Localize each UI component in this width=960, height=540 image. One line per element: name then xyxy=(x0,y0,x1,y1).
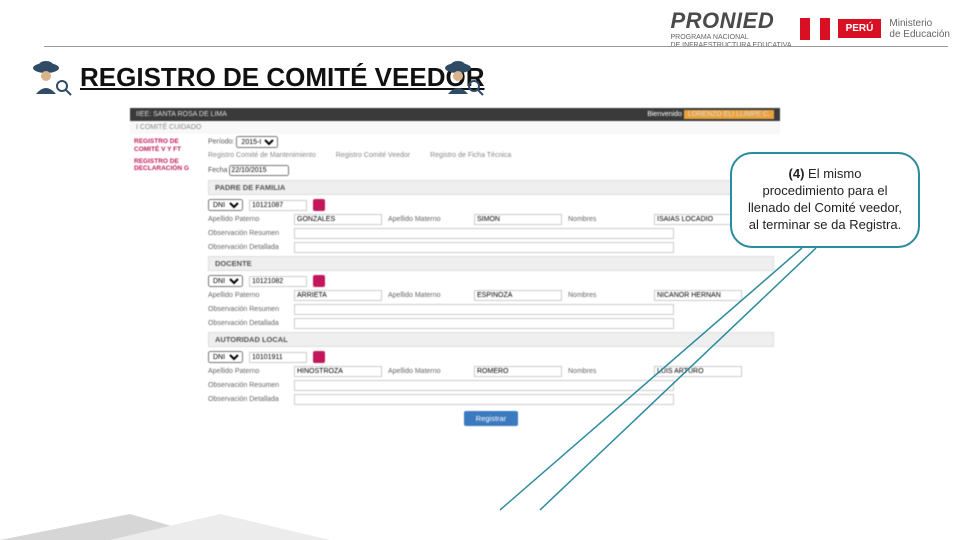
nombres-input[interactable] xyxy=(654,290,742,301)
slide-title: REGISTRO DE COMITÉ VEEDOR xyxy=(80,62,485,93)
section-header-docente: DOCENTE xyxy=(208,256,774,271)
ap-paterno-label: Apellido Paterno xyxy=(208,216,288,223)
dni-input[interactable] xyxy=(249,352,307,363)
ss-tabs: Registro Comité de Mantenimiento Registr… xyxy=(208,152,774,159)
obs-resumen-label: Observación Resumen xyxy=(208,306,288,313)
search-icon[interactable] xyxy=(313,351,325,363)
ap-paterno-label: Apellido Paterno xyxy=(208,368,288,375)
sidebar-item-declaracion[interactable]: REGISTRO DE DECLARACIÓN G xyxy=(134,158,198,174)
obs-detallada-input[interactable] xyxy=(294,242,674,253)
pronied-logo: PRONIED PROGRAMA NACIONAL DE INFRAESTRUC… xyxy=(671,8,792,49)
periodo-select[interactable]: 2015-I xyxy=(236,136,278,148)
ss-topbar: IIEE: SANTA ROSA DE LIMA Bienvenido LORE… xyxy=(130,108,780,121)
obs-detallada-label: Observación Detallada xyxy=(208,244,288,251)
nombres-input[interactable] xyxy=(654,214,742,225)
header-branding: PRONIED PROGRAMA NACIONAL DE INFRAESTRUC… xyxy=(671,8,951,49)
obs-resumen-label: Observación Resumen xyxy=(208,382,288,389)
callout-text: El mismo procedimiento para el llenado d… xyxy=(748,166,902,232)
ap-materno-input[interactable] xyxy=(474,214,562,225)
detective-icon xyxy=(30,58,72,96)
nombres-label: Nombres xyxy=(568,292,648,299)
obs-resumen-input[interactable] xyxy=(294,228,674,239)
doc-type-select[interactable]: DNI xyxy=(208,351,243,363)
tab-comite-veedor[interactable]: Registro Comité Veedor xyxy=(336,152,410,159)
obs-detallada-input[interactable] xyxy=(294,394,674,405)
obs-detallada-label: Observación Detallada xyxy=(208,320,288,327)
obs-resumen-input[interactable] xyxy=(294,380,674,391)
ss-main-panel: Período: 2015-I Registro Comité de Mante… xyxy=(202,134,780,428)
ss-sidebar: REGISTRO DE COMITÉ V Y FT REGISTRO DE DE… xyxy=(130,134,202,428)
dni-input[interactable] xyxy=(249,200,307,211)
footer-decoration xyxy=(0,514,960,540)
fecha-input[interactable] xyxy=(229,165,289,176)
search-icon[interactable] xyxy=(313,199,325,211)
instruction-callout: (4) El mismo procedimiento para el llena… xyxy=(730,152,920,248)
section-header-autoridad: AUTORIDAD LOCAL xyxy=(208,332,774,347)
nombres-label: Nombres xyxy=(568,368,648,375)
periodo-label: Período: xyxy=(208,139,234,146)
pronied-wordmark: PRONIED xyxy=(671,8,792,34)
section-header-padre: PADRE DE FAMILIA xyxy=(208,180,774,195)
ap-materno-input[interactable] xyxy=(474,290,562,301)
doc-type-select[interactable]: DNI xyxy=(208,275,243,287)
nombres-input[interactable] xyxy=(654,366,742,377)
peru-label: PERÚ xyxy=(838,19,882,38)
sidebar-item-comite[interactable]: REGISTRO DE COMITÉ V Y FT xyxy=(134,138,198,154)
ss-module-tab: I COMITÉ CUIDADO xyxy=(130,121,780,134)
registrar-button[interactable]: Registrar xyxy=(464,411,518,426)
ss-welcome: Bienvenido xyxy=(647,111,682,118)
ss-user-badge: LORENZO ELI LLIMPE C. xyxy=(684,110,774,119)
doc-type-select[interactable]: DNI xyxy=(208,199,243,211)
tab-comite-mant[interactable]: Registro Comité de Mantenimiento xyxy=(208,152,316,159)
ministerio-label: Ministerio de Educación xyxy=(889,18,950,40)
ap-paterno-input[interactable] xyxy=(294,214,382,225)
ap-materno-label: Apellido Materno xyxy=(388,216,468,223)
fecha-label: Fecha xyxy=(208,167,227,174)
dni-input[interactable] xyxy=(249,276,307,287)
callout-step: (4) xyxy=(789,166,805,181)
nombres-label: Nombres xyxy=(568,216,648,223)
obs-detallada-label: Observación Detallada xyxy=(208,396,288,403)
ap-paterno-input[interactable] xyxy=(294,366,382,377)
header-divider xyxy=(44,46,948,47)
obs-detallada-input[interactable] xyxy=(294,318,674,329)
pronied-subtitle: PROGRAMA NACIONAL DE INFRAESTRUCTURA EDU… xyxy=(671,34,792,49)
ap-paterno-input[interactable] xyxy=(294,290,382,301)
detective-icon xyxy=(442,58,484,96)
ap-materno-input[interactable] xyxy=(474,366,562,377)
app-screenshot: IIEE: SANTA ROSA DE LIMA Bienvenido LORE… xyxy=(130,108,780,518)
obs-resumen-label: Observación Resumen xyxy=(208,230,288,237)
ap-materno-label: Apellido Materno xyxy=(388,292,468,299)
ss-school-name: IIEE: SANTA ROSA DE LIMA xyxy=(136,111,227,118)
search-icon[interactable] xyxy=(313,275,325,287)
obs-resumen-input[interactable] xyxy=(294,304,674,315)
ap-paterno-label: Apellido Paterno xyxy=(208,292,288,299)
peru-flag-icon xyxy=(800,18,830,40)
ap-materno-label: Apellido Materno xyxy=(388,368,468,375)
tab-ficha-tecnica[interactable]: Registro de Ficha Técnica xyxy=(430,152,511,159)
